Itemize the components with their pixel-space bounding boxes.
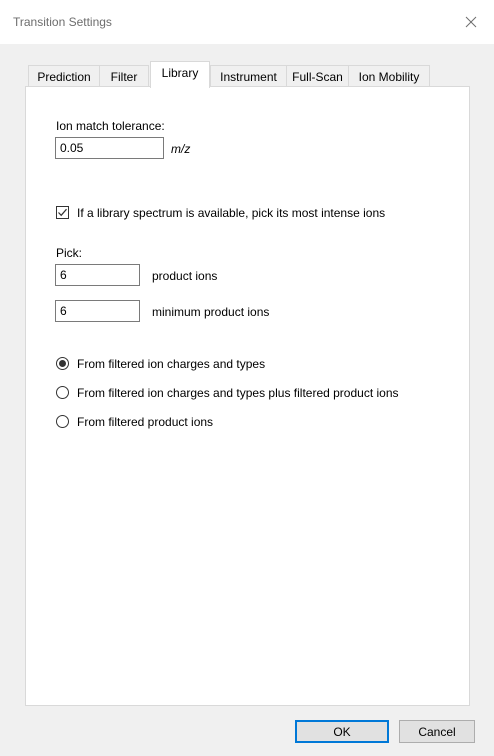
tab-prediction[interactable]: Prediction: [28, 65, 100, 87]
radio-filtered-charges-types-plus-products[interactable]: [56, 386, 69, 399]
tab-full-scan[interactable]: Full-Scan: [286, 65, 349, 87]
min-product-ions-input[interactable]: [55, 300, 140, 322]
tab-ion-mobility[interactable]: Ion Mobility: [348, 65, 430, 87]
ok-button[interactable]: OK: [295, 720, 389, 743]
close-button[interactable]: [448, 0, 494, 44]
radio-filtered-charges-types[interactable]: [56, 357, 69, 370]
transition-settings-dialog: Transition Settings Prediction Filter Li…: [0, 0, 494, 756]
dialog-title: Transition Settings: [13, 15, 112, 29]
tab-filter[interactable]: Filter: [99, 65, 149, 87]
pick-label: Pick:: [56, 246, 83, 260]
library-tab-page: Ion match tolerance: m/z If a library sp…: [25, 86, 470, 706]
mz-unit-label: m/z: [171, 142, 191, 156]
close-icon: [465, 16, 477, 28]
min-product-ions-label: minimum product ions: [152, 305, 270, 319]
title-bar: Transition Settings: [0, 0, 494, 44]
pick-intense-ions-label: If a library spectrum is available, pick…: [77, 206, 386, 220]
radio-filtered-charges-types-label: From filtered ion charges and types: [77, 357, 266, 371]
checkmark-icon: [58, 208, 67, 217]
cancel-button[interactable]: Cancel: [399, 720, 475, 743]
radio-filtered-charges-types-plus-products-label: From filtered ion charges and types plus…: [77, 386, 399, 400]
ion-match-tolerance-label: Ion match tolerance:: [56, 119, 165, 133]
tab-instrument[interactable]: Instrument: [210, 65, 287, 87]
pick-intense-ions-checkbox[interactable]: [56, 206, 69, 219]
tab-library[interactable]: Library: [150, 61, 210, 88]
radio-filtered-product-ions[interactable]: [56, 415, 69, 428]
product-ions-input[interactable]: [55, 264, 140, 286]
radio-filtered-product-ions-label: From filtered product ions: [77, 415, 214, 429]
ion-match-tolerance-input[interactable]: [55, 137, 164, 159]
radio-selected-dot: [59, 360, 66, 367]
product-ions-label: product ions: [152, 269, 218, 283]
